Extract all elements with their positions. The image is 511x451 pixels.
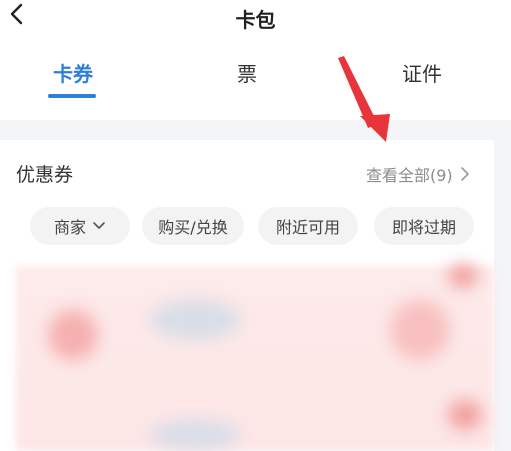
blurred-coupon-corner [448,264,478,288]
filter-merchant-dropdown[interactable]: 商家 [30,207,130,245]
blurred-coupon-logo [48,310,98,360]
filter-expiring-soon[interactable]: 即将过期 [374,207,474,245]
annotation-arrow-icon [338,56,390,142]
tab-tickets[interactable]: 票 [232,58,262,87]
page-title: 卡包 [235,8,276,32]
chevron-down-icon [93,222,105,229]
tab-cards-coupons[interactable]: 卡券 [46,58,100,87]
blurred-coupon-action [390,300,450,360]
active-tab-indicator [48,94,96,98]
blurred-coupon-text [150,420,240,450]
blurred-coupon-text [150,300,240,340]
filter-purchase-exchange[interactable]: 购买/兑换 [142,207,244,245]
filter-nearby-available[interactable]: 附近可用 [258,207,358,245]
view-all-label: 查看全部(9) [366,166,453,185]
blurred-coupon-corner [448,400,482,430]
filter-merchant-label: 商家 [53,218,86,237]
coupons-section-title: 优惠券 [16,164,74,186]
chevron-right-icon [460,167,469,181]
view-all-coupons-link[interactable]: 查看全部(9) [366,162,471,186]
